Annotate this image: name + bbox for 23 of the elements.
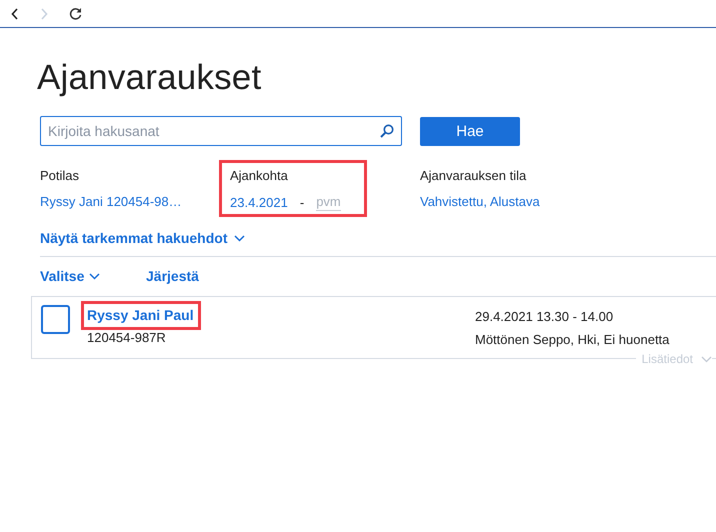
filter-value[interactable]: Vahvistettu, Alustava: [420, 194, 540, 210]
sort-button[interactable]: Järjestä: [146, 268, 199, 284]
patient-id: 120454-987R: [87, 330, 167, 345]
filter-label: Ajankohta: [230, 168, 289, 184]
select-menu[interactable]: Valitse: [40, 268, 146, 284]
patient-name-link[interactable]: Ryssy Jani Paul: [87, 307, 194, 323]
filter-label: Ajanvarauksen tila: [420, 168, 528, 184]
page-title: Ajanvaraukset: [37, 58, 262, 99]
refresh-icon[interactable]: [69, 7, 82, 20]
search-icon[interactable]: [380, 124, 394, 138]
chevron-down-icon[interactable]: [234, 234, 245, 242]
search-field[interactable]: Kirjoita hakusanat: [40, 116, 402, 146]
filter-value[interactable]: Ryssy Jani 120454-98…: [40, 194, 182, 210]
back-icon[interactable]: [11, 8, 19, 20]
filter-value[interactable]: 23.4.2021: [230, 194, 288, 210]
checkbox[interactable]: [41, 305, 70, 334]
chevron-down-icon[interactable]: [89, 272, 100, 280]
filter-label: Potilas: [40, 168, 80, 184]
appointment-details: Möttönen Seppo, Hki, Ei huonetta: [475, 332, 670, 347]
range-separator: -: [300, 194, 304, 210]
search-button[interactable]: Hae: [420, 116, 520, 146]
more-filters-link[interactable]: Näytä tarkemmat hakuehdot: [40, 230, 245, 246]
appointment-time: 29.4.2021 13.30 - 14.00: [475, 309, 614, 324]
